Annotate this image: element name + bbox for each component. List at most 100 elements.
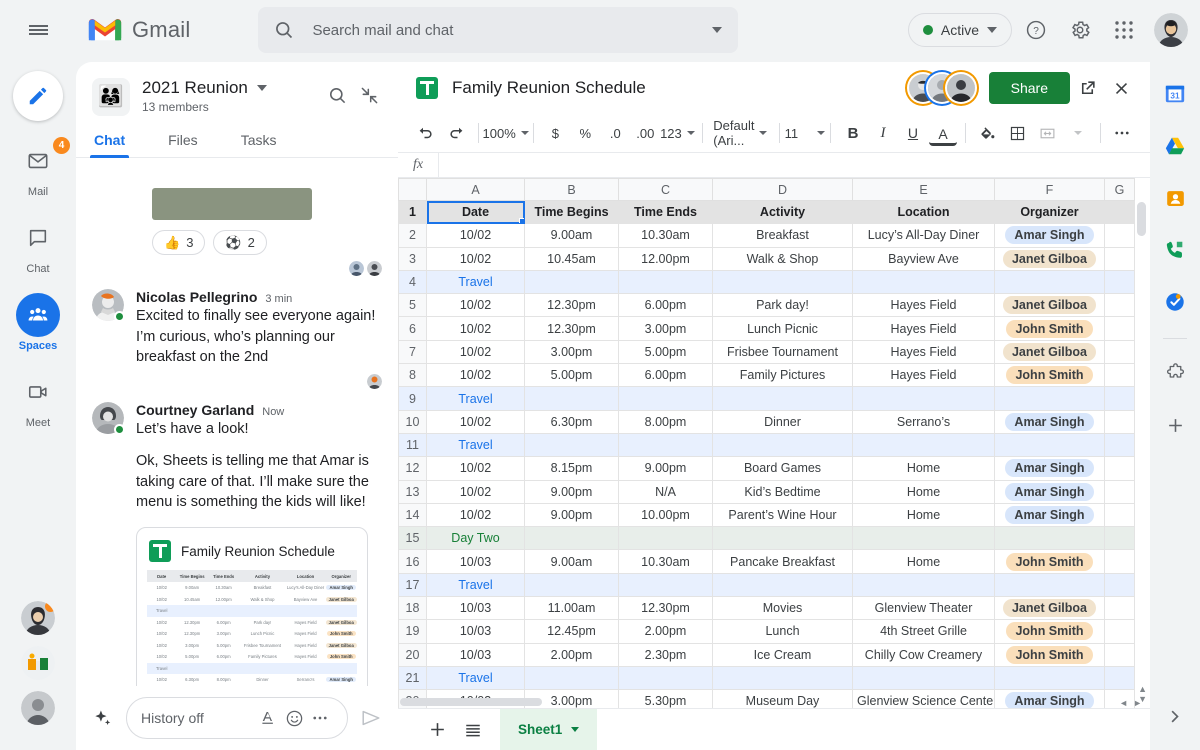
grid-cell[interactable] <box>1105 457 1135 480</box>
decrease-decimal-button[interactable]: .0 <box>601 119 629 147</box>
grid-cell[interactable] <box>1105 620 1135 643</box>
row-header[interactable]: 19 <box>399 620 427 643</box>
grid-cell[interactable] <box>713 270 853 293</box>
zoom-level-select[interactable]: 100% <box>487 119 525 147</box>
google-tasks-icon[interactable] <box>1155 282 1195 322</box>
rail-avatar-2[interactable] <box>21 646 55 680</box>
row-header[interactable]: 18 <box>399 597 427 620</box>
grid-cell[interactable] <box>1105 550 1135 573</box>
grid-cell[interactable]: Bayview Ave <box>853 247 995 270</box>
text-format-icon[interactable] <box>255 705 281 731</box>
grid-cell[interactable] <box>1105 643 1135 666</box>
grid-cell[interactable]: 10.00pm <box>619 503 713 526</box>
puzzle-addon-icon[interactable] <box>1155 353 1195 393</box>
grid-cell[interactable]: Activity <box>713 201 853 224</box>
grid-cell[interactable] <box>713 527 853 550</box>
grid-cell[interactable]: John Smith <box>995 620 1105 643</box>
section-label-cell[interactable]: Travel <box>427 666 525 689</box>
grid-cell[interactable]: 6.00pm <box>619 364 713 387</box>
bold-button[interactable]: B <box>839 119 867 147</box>
close-icon[interactable] <box>1104 71 1138 105</box>
grid-cell[interactable]: 10/02 <box>427 480 525 503</box>
grid-cell[interactable] <box>1105 597 1135 620</box>
grid-cell[interactable] <box>995 387 1105 410</box>
grid-cell[interactable] <box>853 527 995 550</box>
row-header[interactable]: 5 <box>399 294 427 317</box>
document-title[interactable]: Family Reunion Schedule <box>452 78 909 98</box>
grid-cell[interactable]: Lunch <box>713 620 853 643</box>
grid-cell[interactable] <box>995 527 1105 550</box>
row-header[interactable]: 4 <box>399 270 427 293</box>
grid-cell[interactable]: Amar Singh <box>995 224 1105 247</box>
apps-grid-icon[interactable] <box>1104 10 1144 50</box>
google-voice-icon[interactable] <box>1155 230 1195 270</box>
sheet-tab-sheet1[interactable]: Sheet1 <box>500 709 597 750</box>
grid-cell[interactable] <box>1105 410 1135 433</box>
grid-cell[interactable]: Amar Singh <box>995 410 1105 433</box>
grid-cell[interactable]: 12.45pm <box>525 620 619 643</box>
corner-cell[interactable] <box>399 179 427 201</box>
grid-cell[interactable]: Park day! <box>713 294 853 317</box>
grid-cell[interactable]: Date <box>427 201 525 224</box>
grid-cell[interactable]: Chilly Cow Creamery <box>853 643 995 666</box>
tab-tasks[interactable]: Tasks <box>239 126 279 157</box>
grid-cell[interactable]: John Smith <box>995 643 1105 666</box>
grid-cell[interactable] <box>995 666 1105 689</box>
hamburger-icon[interactable] <box>14 6 62 54</box>
grid-cell[interactable]: 5.00pm <box>619 340 713 363</box>
grid-cell[interactable]: 10/02 <box>427 317 525 340</box>
grid-cell[interactable]: Ice Cream <box>713 643 853 666</box>
grid-cell[interactable]: Lunch Picnic <box>713 317 853 340</box>
grid-cell[interactable] <box>995 270 1105 293</box>
grid-cell[interactable]: Home <box>853 503 995 526</box>
font-size-select[interactable]: 11 <box>787 119 822 147</box>
grid-cell[interactable] <box>995 573 1105 596</box>
grid-cell[interactable]: 3.00pm <box>525 340 619 363</box>
space-title-row[interactable]: 2021 Reunion <box>142 78 324 98</box>
grid-cell[interactable]: 6.30pm <box>525 410 619 433</box>
gmail-brand[interactable]: Gmail <box>88 17 190 43</box>
avatar[interactable] <box>92 289 124 321</box>
grid-cell[interactable] <box>853 666 995 689</box>
tab-files[interactable]: Files <box>166 126 200 157</box>
grid-cell[interactable]: 10/03 <box>427 643 525 666</box>
sidebar-item-mail[interactable]: 4 Mail <box>0 139 76 198</box>
grid-cell[interactable]: John Smith <box>995 364 1105 387</box>
grid-cell[interactable]: Janet Gilboa <box>995 294 1105 317</box>
collaborator-avatar[interactable] <box>947 74 975 102</box>
grid-cell[interactable]: 2.00pm <box>525 643 619 666</box>
sheet-list-icon[interactable] <box>456 713 490 747</box>
row-header[interactable]: 15 <box>399 527 427 550</box>
grid-cell[interactable]: 10/03 <box>427 550 525 573</box>
grid-cell[interactable]: Home <box>853 457 995 480</box>
grid-cell[interactable] <box>619 433 713 456</box>
reaction-chip[interactable]: 👍 3 <box>152 230 205 255</box>
grid-cell[interactable]: Amar Singh <box>995 457 1105 480</box>
grid-cell[interactable]: 9.00am <box>525 224 619 247</box>
percent-format-button[interactable]: % <box>571 119 599 147</box>
section-label-cell[interactable]: Travel <box>427 387 525 410</box>
row-header[interactable]: 3 <box>399 247 427 270</box>
grid-cell[interactable] <box>1105 294 1135 317</box>
section-label-cell[interactable]: Day Two <box>427 527 525 550</box>
grid-cell[interactable]: 12.30pm <box>619 597 713 620</box>
grid-cell[interactable]: Time Begins <box>525 201 619 224</box>
row-header[interactable]: 6 <box>399 317 427 340</box>
grid-cell[interactable]: Hayes Field <box>853 340 995 363</box>
grid-cell[interactable]: Frisbee Tournament <box>713 340 853 363</box>
grid-cell[interactable] <box>995 433 1105 456</box>
plus-icon[interactable] <box>1155 405 1195 445</box>
grid-cell[interactable] <box>1105 387 1135 410</box>
grid-cell[interactable]: Organizer <box>995 201 1105 224</box>
grid-cell[interactable] <box>619 666 713 689</box>
vertical-scrollbar[interactable] <box>1137 202 1146 694</box>
grid-cell[interactable]: 10/02 <box>427 340 525 363</box>
chevron-down-icon[interactable] <box>571 727 579 732</box>
grid-cell[interactable] <box>525 573 619 596</box>
row-header[interactable]: 9 <box>399 387 427 410</box>
grid-cell[interactable]: Time Ends <box>619 201 713 224</box>
open-in-new-icon[interactable] <box>1070 71 1104 105</box>
grid-cell[interactable]: John Smith <box>995 317 1105 340</box>
currency-format-button[interactable]: $ <box>541 119 569 147</box>
grid-cell[interactable]: Movies <box>713 597 853 620</box>
